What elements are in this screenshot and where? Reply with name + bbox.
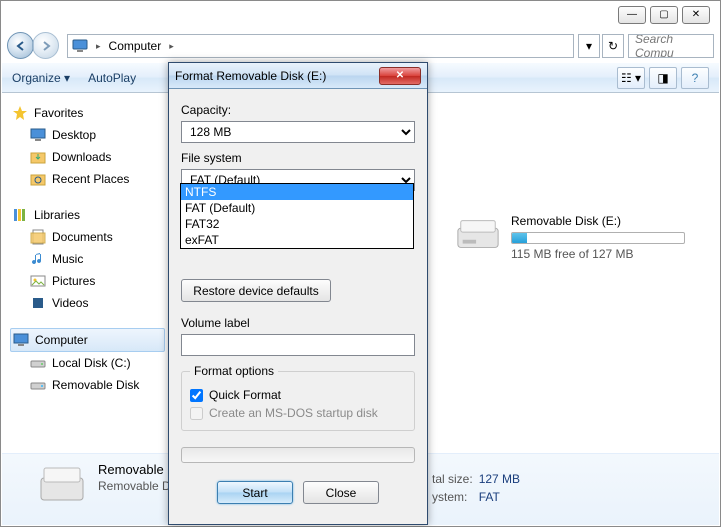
quick-format-checkbox[interactable] (190, 389, 203, 402)
format-progress-bar (181, 447, 415, 463)
storage-bar (511, 232, 685, 244)
nav-item-music[interactable]: Music (10, 248, 165, 270)
volume-label-label: Volume label (181, 316, 415, 330)
storage-free-text: 115 MB free of 127 MB (511, 247, 685, 261)
libraries-icon (12, 207, 28, 223)
search-input[interactable]: Search Compu (628, 34, 714, 58)
address-right-buttons: ▾ ↻ (578, 34, 624, 58)
help-button[interactable]: ? (681, 67, 709, 89)
filesystem-dropdown[interactable]: NTFS FAT (Default) FAT32 exFAT (180, 183, 414, 249)
pictures-icon (30, 273, 46, 289)
format-options-legend: Format options (190, 364, 278, 378)
breadcrumb[interactable]: ▸ Computer ▸ (67, 34, 574, 58)
recent-icon (30, 171, 46, 187)
videos-icon (30, 295, 46, 311)
drive-icon (455, 214, 501, 254)
filesystem-label: File system (181, 151, 415, 165)
fs-option-fat-default[interactable]: FAT (Default) (181, 200, 413, 216)
chevron-right-icon: ▸ (92, 41, 105, 52)
music-icon (30, 251, 46, 267)
quick-format-checkbox-row[interactable]: Quick Format (190, 386, 406, 404)
chevron-right-icon: ▸ (165, 41, 178, 52)
documents-icon (30, 229, 46, 245)
dialog-close-button[interactable] (379, 67, 421, 85)
nav-item-pictures[interactable]: Pictures (10, 270, 165, 292)
nav-buttons (7, 32, 63, 60)
refresh-button[interactable]: ↻ (602, 34, 624, 58)
autoplay-button[interactable]: AutoPlay (88, 71, 136, 85)
forward-button[interactable] (32, 32, 59, 59)
capacity-label: Capacity: (181, 103, 415, 117)
address-bar-row: ▸ Computer ▸ ▾ ↻ Search Compu (7, 33, 714, 59)
device-name: Removable Disk (E:) (511, 214, 685, 228)
nav-item-removable-disk[interactable]: Removable Disk (10, 374, 165, 396)
maximize-button[interactable]: ▢ (650, 6, 678, 24)
drive-icon-large (38, 462, 86, 506)
usb-icon (30, 377, 46, 393)
nav-item-downloads[interactable]: Downloads (10, 146, 165, 168)
computer-icon (72, 38, 88, 54)
msdos-checkbox-row: Create an MS-DOS startup disk (190, 404, 406, 422)
nav-item-videos[interactable]: Videos (10, 292, 165, 314)
back-button[interactable] (7, 32, 34, 59)
fs-option-fat32[interactable]: FAT32 (181, 216, 413, 232)
breadcrumb-root[interactable]: Computer (109, 39, 162, 53)
address-dropdown-button[interactable]: ▾ (578, 34, 600, 58)
fs-option-exfat[interactable]: exFAT (181, 232, 413, 248)
format-options-fieldset: Format options Quick Format Create an MS… (181, 364, 415, 431)
format-dialog: Format Removable Disk (E:) Capacity: 128… (168, 62, 428, 525)
organize-menu[interactable]: Organize ▾ (12, 71, 70, 85)
fs-option-ntfs[interactable]: NTFS (181, 184, 413, 200)
computer-icon (13, 332, 29, 348)
nav-item-documents[interactable]: Documents (10, 226, 165, 248)
nav-libraries-header[interactable]: Libraries (10, 204, 165, 226)
hdd-icon (30, 355, 46, 371)
close-button[interactable]: Close (303, 481, 379, 504)
window-controls: — ▢ ✕ (618, 6, 710, 24)
dialog-titlebar[interactable]: Format Removable Disk (E:) (169, 63, 427, 89)
start-button[interactable]: Start (217, 481, 293, 504)
details-meta: tal size:127 MB ystem:FAT (432, 472, 520, 504)
close-window-button[interactable]: ✕ (682, 6, 710, 24)
storage-fill (512, 233, 527, 243)
msdos-checkbox (190, 407, 203, 420)
capacity-select[interactable]: 128 MB (181, 121, 415, 143)
nav-computer-header[interactable]: Computer (10, 328, 165, 352)
dialog-title: Format Removable Disk (E:) (175, 69, 326, 83)
nav-item-desktop[interactable]: Desktop (10, 124, 165, 146)
desktop-icon (30, 127, 46, 143)
nav-item-recent[interactable]: Recent Places (10, 168, 165, 190)
nav-item-local-disk[interactable]: Local Disk (C:) (10, 352, 165, 374)
preview-pane-button[interactable]: ◨ (649, 67, 677, 89)
volume-label-input[interactable] (181, 334, 415, 356)
nav-favorites-header[interactable]: Favorites (10, 102, 165, 124)
search-placeholder: Search Compu (635, 34, 707, 58)
star-icon (12, 105, 28, 121)
restore-defaults-button[interactable]: Restore device defaults (181, 279, 331, 302)
view-options-button[interactable]: ☷ ▾ (617, 67, 645, 89)
downloads-icon (30, 149, 46, 165)
minimize-button[interactable]: — (618, 6, 646, 24)
device-removable-disk[interactable]: Removable Disk (E:) 115 MB free of 127 M… (455, 214, 685, 261)
